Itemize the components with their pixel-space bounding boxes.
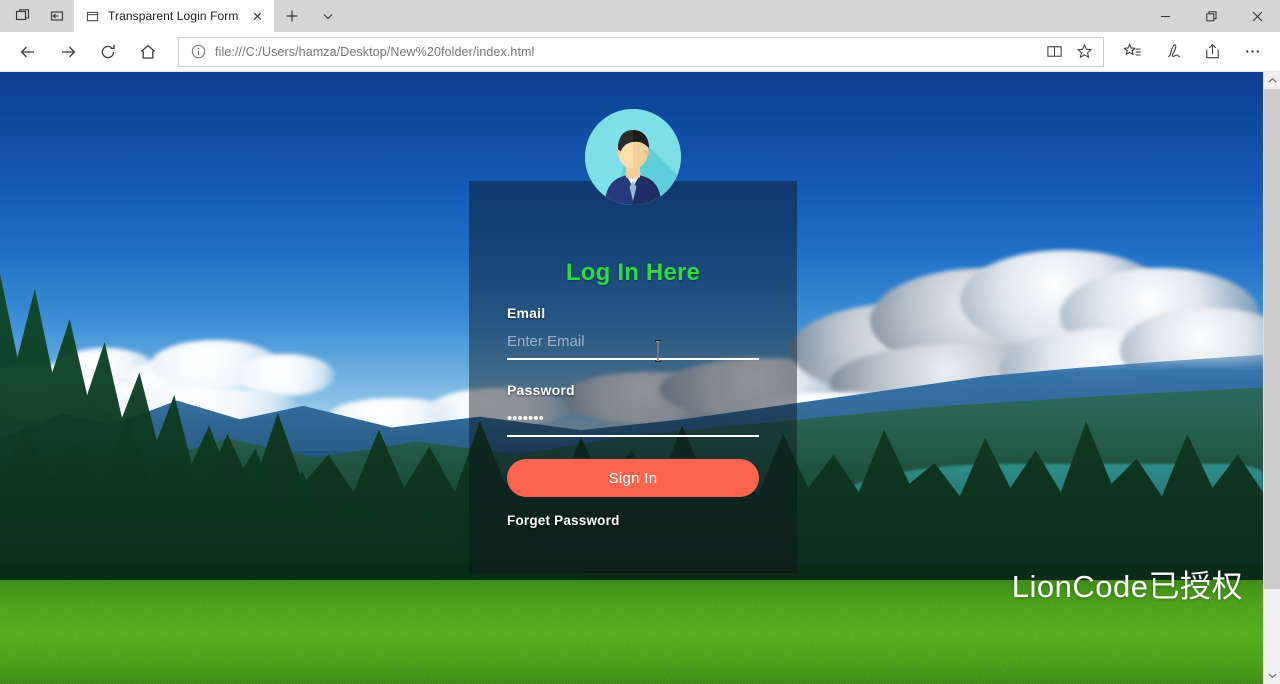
make-a-web-note-icon[interactable]	[1152, 35, 1192, 69]
login-form: Email Password Sign In Forget Password	[507, 305, 759, 528]
title-bar-left-icons	[0, 0, 74, 32]
back-button[interactable]	[8, 35, 48, 69]
book-icon[interactable]	[1039, 39, 1069, 65]
scrollbar-thumb[interactable]	[1264, 89, 1280, 589]
address-bar-actions	[1039, 39, 1099, 65]
page-viewport: Log In Here Email Password Sign In Forge…	[0, 72, 1280, 684]
scroll-up-arrow[interactable]	[1264, 72, 1280, 89]
email-input[interactable]	[507, 331, 759, 360]
settings-and-more-icon[interactable]	[1232, 35, 1272, 69]
tab-dropdown-button[interactable]	[310, 0, 346, 32]
login-form-card: Log In Here Email Password Sign In Forge…	[469, 109, 797, 573]
address-bar-url: file:///C:/Users/hamza/Desktop/New%20fol…	[215, 44, 535, 59]
new-tab-button[interactable]	[274, 0, 310, 32]
navigation-toolbar: file:///C:/Users/hamza/Desktop/New%20fol…	[0, 32, 1280, 72]
watermark-text: LionCode已授权	[1011, 569, 1243, 604]
window-controls	[1142, 0, 1280, 32]
tab-title: Transparent Login Form	[108, 9, 239, 23]
tab-strip: Transparent Login Form ✕	[74, 0, 346, 32]
page-title: Log In Here	[565, 259, 701, 286]
password-label: Password	[507, 382, 575, 398]
share-icon[interactable]	[1192, 35, 1232, 69]
tabs-you-have-set-aside-icon[interactable]	[6, 1, 40, 31]
favorites-hub-icon[interactable]	[1112, 35, 1152, 69]
browser-window: Transparent Login Form ✕ file:///C:/User…	[0, 0, 1280, 684]
browser-tab[interactable]: Transparent Login Form ✕	[74, 0, 275, 32]
close-window-button[interactable]	[1234, 0, 1280, 32]
password-field-group: Password	[507, 382, 759, 437]
email-field-group: Email	[507, 305, 759, 360]
user-avatar-icon	[585, 109, 681, 205]
title-bar: Transparent Login Form ✕	[0, 0, 1280, 32]
restore-button[interactable]	[1188, 0, 1234, 32]
star-icon[interactable]	[1069, 39, 1099, 65]
browser-toolbar-buttons	[1112, 35, 1272, 69]
sign-in-button[interactable]: Sign In	[507, 459, 759, 497]
set-these-tabs-aside-icon[interactable]	[40, 1, 74, 31]
scroll-down-arrow[interactable]	[1264, 667, 1280, 684]
tab-close-button[interactable]: ✕	[246, 5, 268, 27]
refresh-button[interactable]	[88, 35, 128, 69]
home-button[interactable]	[128, 35, 168, 69]
page-icon	[86, 9, 100, 23]
web-page-content: Log In Here Email Password Sign In Forge…	[0, 72, 1263, 684]
email-label: Email	[507, 305, 546, 321]
forward-button[interactable]	[48, 35, 88, 69]
address-bar[interactable]: file:///C:/Users/hamza/Desktop/New%20fol…	[178, 36, 1104, 67]
password-input[interactable]	[507, 408, 759, 437]
minimize-button[interactable]	[1142, 0, 1188, 32]
vertical-scrollbar[interactable]	[1263, 72, 1280, 684]
forget-password-link[interactable]: Forget Password	[507, 513, 759, 528]
info-icon[interactable]	[189, 43, 207, 61]
avatar	[585, 109, 681, 205]
